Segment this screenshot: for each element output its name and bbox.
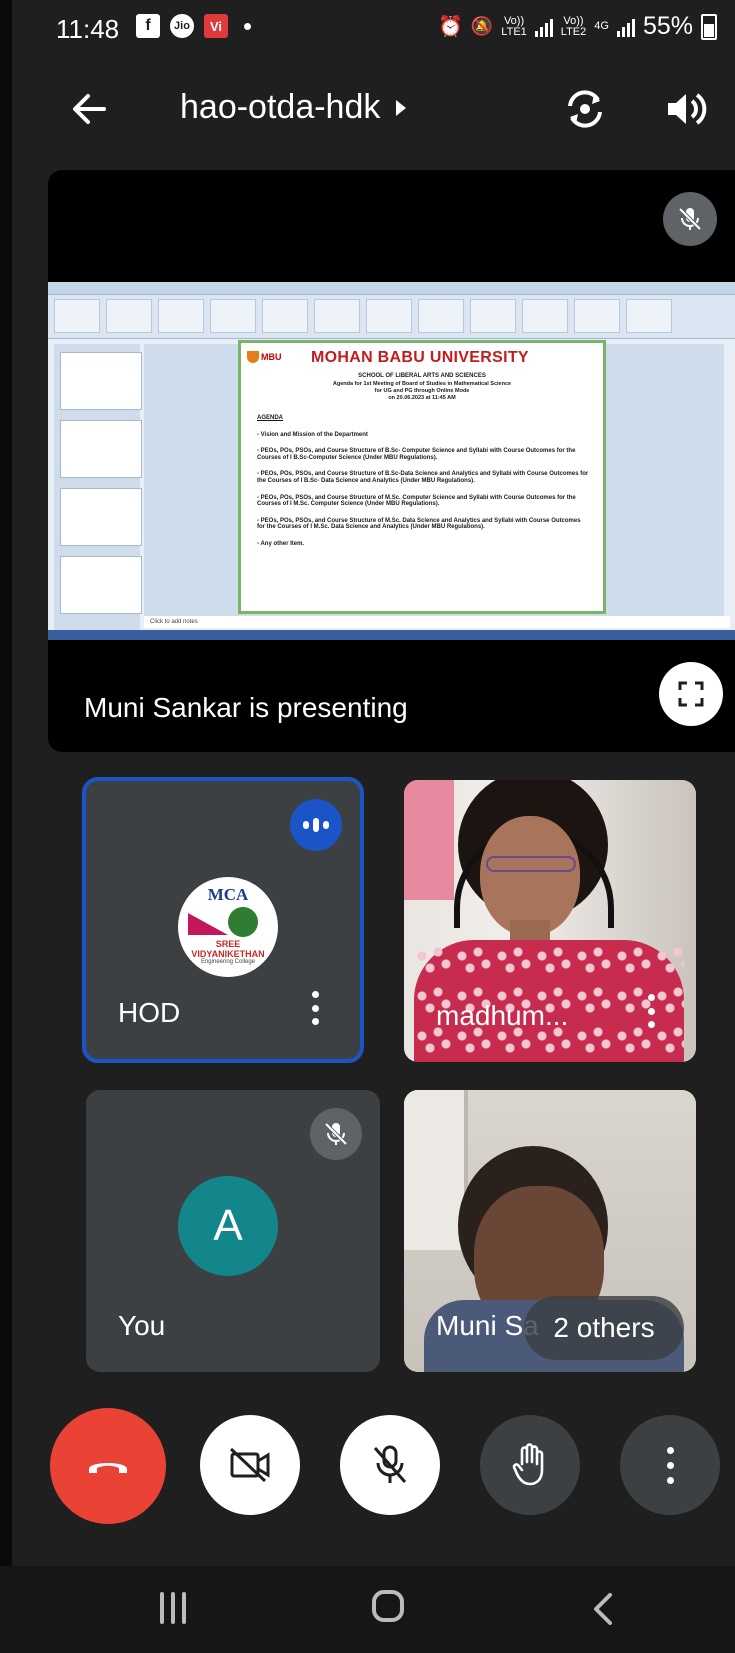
slide-thumbnail — [60, 420, 142, 478]
meeting-header: hao-otda-hdk — [0, 70, 735, 150]
recent-apps-icon[interactable] — [160, 1592, 190, 1624]
avatar: A — [178, 1176, 278, 1276]
mic-toggle-button[interactable] — [340, 1415, 440, 1515]
glasses-icon — [486, 856, 576, 872]
participant-tile-hod[interactable]: MCA SREE VIDYANIKETHAN Engineering Colle… — [82, 777, 364, 1063]
mca-logo: MCA SREE VIDYANIKETHAN Engineering Colle… — [178, 877, 278, 977]
more-options-icon[interactable] — [646, 994, 656, 1028]
ppt-ribbon — [48, 282, 735, 339]
mic-off-icon — [678, 207, 702, 231]
network-3-label: 4G — [594, 20, 609, 32]
chevron-right-icon — [396, 99, 407, 116]
participant-name: madhum... — [436, 1000, 569, 1031]
speaker-icon[interactable] — [660, 84, 710, 134]
agenda-item: - Any other Item. — [257, 540, 305, 547]
signal-2-icon — [616, 17, 635, 37]
mca-logo-subtitle: Engineering College — [200, 959, 256, 965]
slide-school: SCHOOL OF LIBERAL ARTS AND SCIENCES — [358, 373, 486, 379]
presentation-tile[interactable]: MBU MOHAN BABU UNIVERSITY SCHOOL OF LIBE… — [48, 170, 735, 752]
slide-agenda: AGENDA - Vision and Mission of the Depar… — [257, 415, 589, 558]
notification-icons: f Jio Vi — [136, 14, 251, 38]
status-bar: 11:48 f Jio Vi ⏰ 🔕 Vo)) LTE1 Vo)) LTE2 4… — [0, 0, 735, 62]
video-wall — [404, 780, 454, 900]
others-count-badge[interactable]: 2 others — [524, 1296, 684, 1360]
mca-logo-college: SREE VIDYANIKETHAN — [191, 939, 265, 959]
home-icon[interactable] — [372, 1590, 404, 1622]
alarm-icon: ⏰ — [437, 16, 463, 38]
agenda-item: - PEOs, POs, PSOs, and Course Structure … — [257, 471, 589, 484]
mic-off-icon — [324, 1122, 348, 1146]
battery-icon — [701, 13, 717, 40]
phone-hangup-icon — [89, 1463, 127, 1473]
mca-logo-text: MCA — [207, 885, 249, 904]
self-muted-indicator — [310, 1108, 362, 1160]
screen-share: MBU MOHAN BABU UNIVERSITY SCHOOL OF LIBE… — [48, 282, 735, 640]
status-right: ⏰ 🔕 Vo)) LTE1 Vo)) LTE2 4G 55% — [438, 12, 717, 41]
participant-tile-muni[interactable]: Muni Sa 2 others — [404, 1090, 696, 1372]
raise-hand-button[interactable] — [480, 1415, 580, 1515]
camera-toggle-button[interactable] — [200, 1415, 300, 1515]
slide-thumbnail — [60, 488, 142, 546]
agenda-item: - PEOs, POs, PSOs, and Course Structure … — [257, 448, 576, 461]
more-options-icon[interactable] — [310, 991, 320, 1025]
slide-notes: Click to add notes — [144, 616, 730, 628]
fullscreen-button[interactable] — [659, 662, 723, 726]
participant-name: You — [118, 1310, 166, 1341]
status-time: 11:48 — [56, 14, 120, 44]
android-nav-bar — [0, 1566, 735, 1653]
participant-name: HOD — [118, 997, 181, 1028]
slide-university-title: MOHAN BABU UNIVERSITY — [311, 349, 529, 366]
jio-icon: Jio — [170, 14, 194, 38]
mbu-logo: MBU — [247, 347, 297, 367]
slide-agenda-sub: for UG and PG through Online Mode — [374, 388, 470, 394]
more-notifications-dot-icon — [244, 22, 251, 30]
back-arrow-icon[interactable] — [64, 84, 114, 134]
slide-agenda-date: on 20.06.2023 at 11:45 AM — [388, 395, 456, 401]
back-nav-icon[interactable] — [590, 1592, 614, 1626]
mute-notifications-icon: 🔕 — [470, 16, 494, 36]
camera-off-icon — [229, 1447, 270, 1483]
agenda-item: - PEOs, POs, PSOs, and Course Structure … — [257, 517, 581, 531]
mca-logo-triangle — [188, 913, 228, 935]
mic-off-icon — [373, 1445, 407, 1483]
hand-icon — [512, 1443, 544, 1486]
ppt-ribbon-row — [48, 295, 735, 337]
slide-thumbnail — [60, 352, 142, 410]
ppt-titlebar — [48, 282, 735, 295]
more-options-button[interactable] — [620, 1415, 720, 1515]
presenting-label: Muni Sankar is presenting — [84, 692, 408, 723]
slide: MBU MOHAN BABU UNIVERSITY SCHOOL OF LIBE… — [238, 340, 606, 614]
participant-tile-you[interactable]: A You — [86, 1090, 380, 1372]
mbu-emblem-icon — [247, 351, 259, 363]
signal-1-icon — [534, 17, 553, 37]
slide-thumbnails — [54, 344, 142, 630]
tree-icon — [228, 907, 258, 937]
video-person-face — [480, 816, 580, 936]
vi-icon: Vi — [204, 14, 228, 38]
more-vert-icon — [666, 1446, 674, 1484]
meeting-title[interactable]: hao-otda-hdk — [180, 88, 407, 127]
agenda-item: - Vision and Mission of the Department — [257, 431, 368, 438]
fullscreen-icon — [678, 681, 704, 707]
network-2-label: Vo)) LTE2 — [560, 14, 587, 38]
switch-camera-icon[interactable] — [560, 84, 610, 134]
slide-thumbnail — [60, 556, 142, 614]
presenter-muted-indicator — [663, 192, 717, 246]
slide-agenda-title: Agenda for 1st Meeting of Board of Studi… — [332, 381, 512, 387]
windows-taskbar — [48, 630, 735, 640]
network-1-label: Vo)) LTE1 — [501, 14, 527, 38]
meeting-code: hao-otda-hdk — [180, 88, 381, 126]
battery-percent: 55% — [642, 12, 693, 40]
screen-edge — [0, 0, 12, 1653]
agenda-item: - PEOs, POs, PSOs, and Course Structure … — [257, 494, 576, 508]
speaking-indicator-icon — [290, 799, 342, 851]
end-call-button[interactable] — [50, 1408, 166, 1524]
participant-tile-madhu[interactable]: madhum... — [404, 780, 696, 1062]
facebook-icon: f — [136, 14, 160, 38]
agenda-heading: AGENDA — [257, 415, 284, 421]
